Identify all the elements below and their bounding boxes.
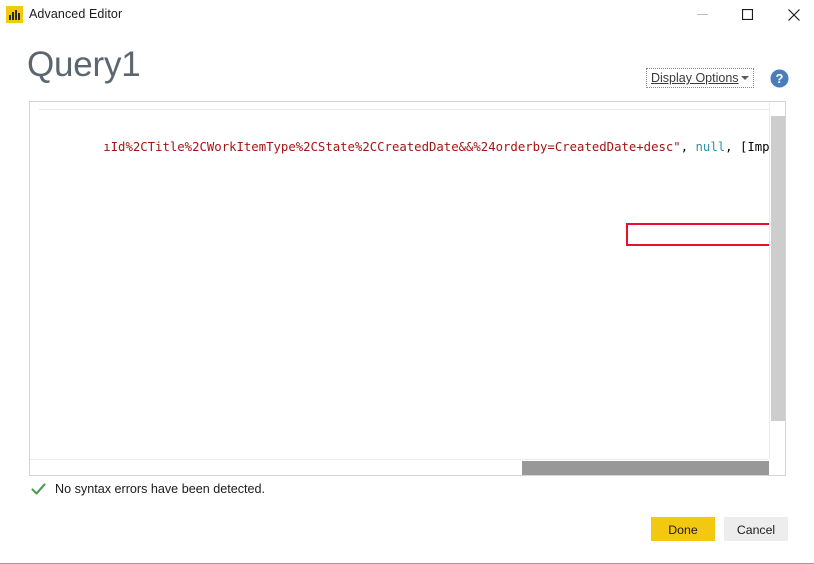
status-bar: No syntax errors have been detected. (31, 481, 265, 498)
minimize-icon[interactable] (680, 0, 725, 29)
window-title: Advanced Editor (29, 7, 123, 21)
horizontal-scrollbar[interactable] (30, 459, 771, 475)
close-icon[interactable] (771, 0, 814, 29)
powerbi-bars-icon (6, 6, 23, 23)
code-token-plain-2: , [Implementation= (725, 140, 771, 154)
vertical-scrollbar[interactable] (769, 102, 785, 459)
done-button[interactable]: Done (651, 517, 715, 541)
display-options-dropdown[interactable]: Display Options (646, 68, 754, 88)
svg-text:?: ? (776, 71, 784, 86)
cancel-button[interactable]: Cancel (724, 517, 788, 541)
status-message: No syntax errors have been detected. (55, 482, 266, 496)
title-bar: Advanced Editor (0, 0, 814, 29)
scrollbar-corner (769, 459, 785, 475)
page-title: Query1 (27, 45, 141, 84)
maximize-icon[interactable] (725, 0, 770, 29)
code-editor[interactable]: ıId%2CTitle%2CWorkItemType%2CState%2CCre… (29, 101, 786, 476)
help-circle-icon[interactable]: ? (770, 69, 789, 88)
code-token-keyword-null: null (695, 140, 726, 154)
advanced-editor-window: Advanced Editor Query1 Display Options ? (0, 0, 814, 564)
code-token-plain-1: , (680, 140, 696, 154)
red-highlight-annotation (626, 223, 771, 246)
checkmark-icon (31, 482, 46, 497)
display-options-label: Display Options (651, 71, 739, 85)
code-line: ıId%2CTitle%2CWorkItemType%2CState%2CCre… (44, 125, 771, 170)
code-token-string-1: ıId%2CTitle%2CWorkItemType%2CState%2CCre… (103, 140, 681, 154)
chevron-down-icon (741, 76, 749, 80)
code-canvas[interactable]: ıId%2CTitle%2CWorkItemType%2CState%2CCre… (30, 102, 771, 457)
vertical-scrollbar-thumb[interactable] (771, 116, 785, 421)
horizontal-scrollbar-thumb[interactable] (522, 461, 771, 475)
